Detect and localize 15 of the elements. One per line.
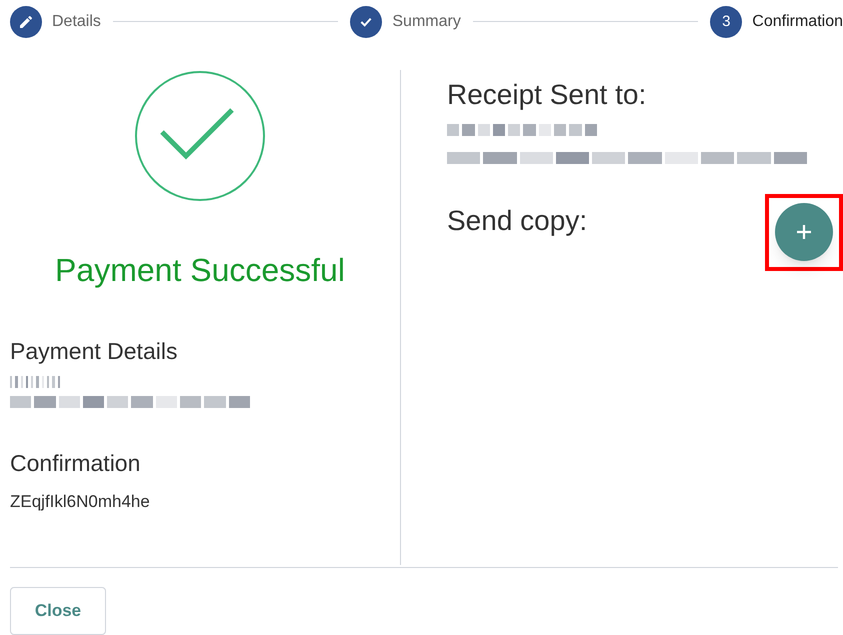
step-label: Details	[52, 12, 101, 32]
close-button[interactable]: Close	[10, 587, 106, 635]
check-icon	[350, 6, 382, 38]
send-copy-label: Send copy:	[447, 204, 588, 238]
step-label: Summary	[392, 12, 461, 32]
status-title: Payment Successful	[55, 250, 345, 290]
plus-icon	[795, 223, 813, 242]
receipt-heading: Receipt Sent to:	[447, 78, 648, 112]
step-label: Confirmation	[752, 12, 843, 32]
section-heading: Confirmation	[10, 449, 142, 478]
pencil-icon	[10, 6, 42, 38]
success-check-icon	[134, 70, 266, 202]
confirmation-code: ZEqjfIkl6N0mh4he	[10, 490, 151, 513]
section-heading: Payment Details	[10, 336, 178, 366]
step-number: 3	[710, 6, 742, 38]
